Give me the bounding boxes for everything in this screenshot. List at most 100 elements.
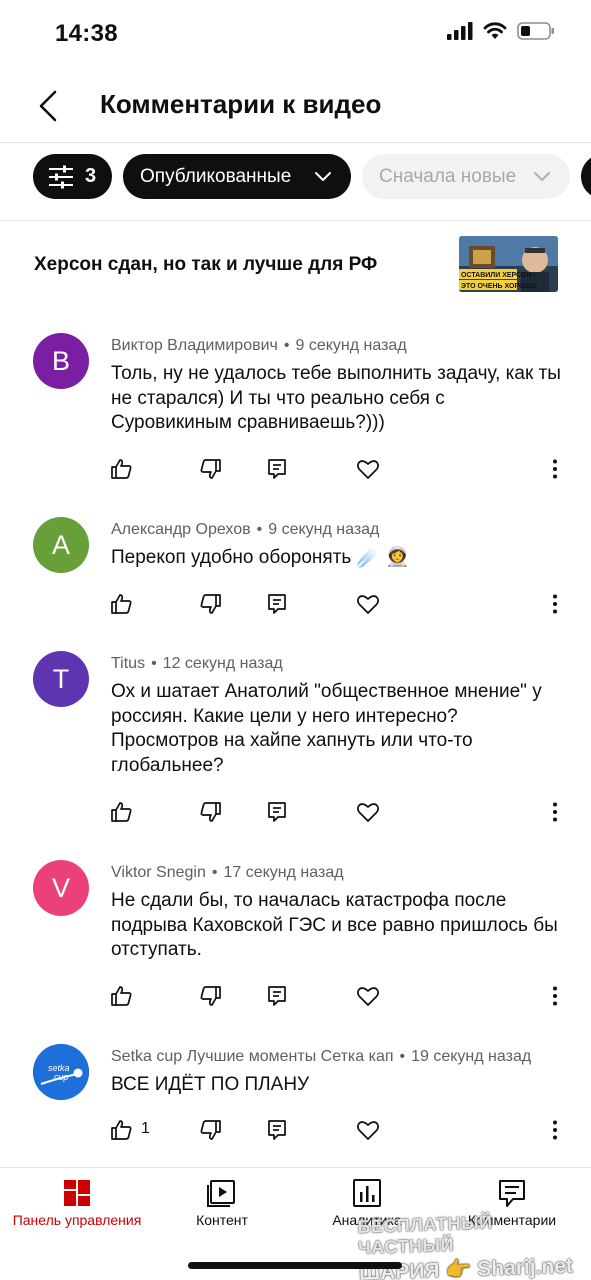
setka-cup-logo-icon: setka cup: [33, 1044, 89, 1100]
home-indicator: [188, 1262, 402, 1269]
page-title: Комментарии к видео: [100, 89, 382, 119]
like-button[interactable]: [108, 455, 136, 483]
channel-logo-avatar[interactable]: setka cup: [33, 1044, 89, 1100]
like-button[interactable]: [108, 1116, 136, 1144]
comment-actions: [0, 798, 591, 828]
more-options-button[interactable]: [541, 982, 569, 1010]
thumbs-down-icon: [200, 459, 221, 479]
status-icons: [447, 22, 555, 40]
video-thumbnail[interactable]: ОСТАВИЛИ ХЕРСОН - ЭТО ОЧЕНЬ ХОРОШО: [459, 236, 558, 292]
avatar[interactable]: V: [33, 860, 89, 916]
avatar[interactable]: T: [33, 651, 89, 707]
comment-time: 17 секунд назад: [223, 864, 344, 881]
dislike-button[interactable]: [196, 1116, 224, 1144]
thumbs-up-icon: [111, 459, 132, 479]
reply-button[interactable]: [263, 798, 291, 826]
comment-meta: Setka cup Лучшие моменты Сетка кап • 19 се…: [111, 1048, 532, 1065]
more-options-button[interactable]: [541, 798, 569, 826]
heart-icon: [357, 595, 379, 614]
heart-icon: [357, 1121, 379, 1140]
sort-label: Сначала новые: [379, 165, 517, 187]
filter-chips-row: 3 Опубликованные Сначала новые: [0, 142, 591, 221]
like-button[interactable]: [108, 798, 136, 826]
comment-author[interactable]: Александр Орехов: [111, 521, 251, 538]
comment-actions: [0, 982, 591, 1012]
heart-button[interactable]: [354, 455, 382, 483]
video-row[interactable]: Херсон сдан, но так и лучше для РФ ОСТАВ…: [0, 222, 591, 308]
comment-text: Ох и шатает Анатолий "общественное мнени…: [111, 681, 542, 776]
more-vertical-icon: [553, 1120, 557, 1140]
like-count: 1: [141, 1120, 150, 1137]
nav-label: Контент: [196, 1212, 248, 1228]
comment-author[interactable]: Titus: [111, 655, 145, 672]
comment-meta: Александр Орехов • 9 секунд назад: [111, 521, 380, 538]
heart-button[interactable]: [354, 798, 382, 826]
like-button[interactable]: [108, 590, 136, 618]
comment-time: 9 секунд назад: [295, 337, 407, 354]
status-time: 14:38: [55, 20, 118, 47]
header: Комментарии к видео: [0, 70, 591, 140]
video-title: Херсон сдан, но так и лучше для РФ: [34, 254, 378, 275]
chevron-left-icon: [39, 90, 57, 122]
comment-actions: 1: [0, 1116, 591, 1146]
heart-icon: [357, 803, 379, 822]
comment-time: 9 секунд назад: [268, 521, 380, 538]
nav-label: Панель управления: [12, 1212, 142, 1228]
avatar[interactable]: В: [33, 333, 89, 389]
thumbs-up-icon: [111, 986, 132, 1006]
dislike-button[interactable]: [196, 798, 224, 826]
reply-button[interactable]: [263, 1116, 291, 1144]
filter-chip[interactable]: 3: [33, 154, 112, 199]
heart-button[interactable]: [354, 1116, 382, 1144]
content-icon: [207, 1180, 235, 1207]
comment-text: Не сдали бы, то началась катастрофа посл…: [111, 890, 558, 960]
more-options-button[interactable]: [541, 455, 569, 483]
comment-author[interactable]: Виктор Владимирович: [111, 337, 278, 354]
battery-icon: [517, 22, 554, 40]
comment-actions: [0, 455, 591, 485]
nav-content[interactable]: Контент: [148, 1168, 296, 1248]
comment-meta: Виктор Владимирович • 9 секунд назад: [111, 337, 407, 354]
sort-chip[interactable]: Сначала новые: [362, 154, 570, 199]
nav-dashboard[interactable]: Панель управления: [3, 1168, 151, 1248]
more-options-button[interactable]: [541, 590, 569, 618]
avatar[interactable]: А: [33, 517, 89, 573]
heart-button[interactable]: [354, 590, 382, 618]
dislike-button[interactable]: [196, 590, 224, 618]
filter-count: 3: [85, 165, 97, 187]
heart-button[interactable]: [354, 982, 382, 1010]
heart-icon: [357, 987, 379, 1006]
chevron-down-icon: [315, 172, 331, 181]
comments-icon: [499, 1180, 525, 1207]
reply-icon: [268, 986, 286, 1006]
more-options-button[interactable]: [541, 1116, 569, 1144]
like-button[interactable]: [108, 982, 136, 1010]
reply-button[interactable]: [263, 590, 291, 618]
back-button[interactable]: [30, 86, 70, 126]
comment-author[interactable]: Viktor Snegin: [111, 864, 206, 881]
thumbs-down-icon: [200, 986, 221, 1006]
published-label: Опубликованные: [140, 165, 292, 187]
more-vertical-icon: [553, 986, 557, 1006]
more-vertical-icon: [553, 594, 557, 614]
comment-meta: Titus • 12 секунд назад: [111, 655, 283, 672]
more-filter-chip[interactable]: [581, 154, 591, 199]
thumbs-up-icon: [111, 594, 132, 614]
comment-text: Перекоп удобно оборонять ☄️ 👩‍🚀: [111, 547, 410, 568]
thumbs-up-icon: [111, 802, 132, 822]
thumbs-down-icon: [200, 594, 221, 614]
comment-text: Толь, ну не удалось тебе выполнить задач…: [111, 363, 561, 433]
more-vertical-icon: [553, 459, 557, 479]
watermark-line: БЕСПЛАТНЫЙ ЧАСТНЫЙ: [357, 1212, 493, 1258]
dislike-button[interactable]: [196, 982, 224, 1010]
analytics-icon: [353, 1179, 381, 1207]
reply-button[interactable]: [263, 982, 291, 1010]
comment-meta: Viktor Snegin • 17 секунд назад: [111, 864, 344, 881]
dashboard-icon: [64, 1180, 90, 1206]
published-filter-chip[interactable]: Опубликованные: [123, 154, 351, 199]
svg-text:ЭТО ОЧЕНЬ ХОРОШО: ЭТО ОЧЕНЬ ХОРОШО: [461, 283, 538, 290]
svg-text:ОСТАВИЛИ ХЕРСОН -: ОСТАВИЛИ ХЕРСОН -: [461, 272, 536, 279]
comment-author[interactable]: Setka cup Лучшие моменты Сетка кап: [111, 1048, 394, 1065]
reply-button[interactable]: [263, 455, 291, 483]
dislike-button[interactable]: [196, 455, 224, 483]
